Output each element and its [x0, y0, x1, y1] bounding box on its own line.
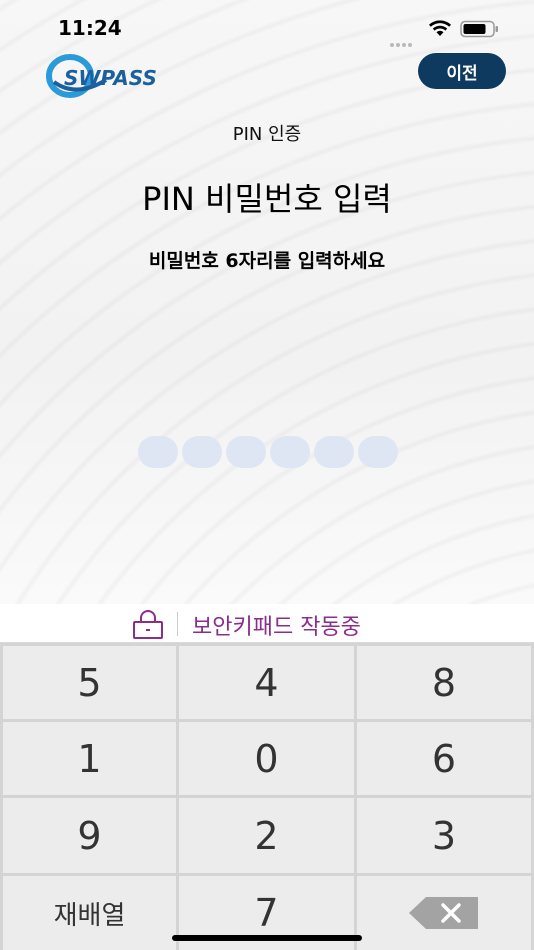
wifi-icon — [429, 20, 451, 36]
home-indicator — [172, 935, 362, 941]
pin-dot-1 — [138, 436, 178, 468]
key-0[interactable]: 0 — [179, 722, 354, 795]
key-8[interactable]: 8 — [357, 646, 531, 719]
banner-divider — [177, 612, 178, 636]
logo-text: SWPASS — [64, 66, 157, 90]
secure-keypad: 5 4 8 1 0 6 9 2 3 재배열 7 — [0, 643, 534, 950]
shuffle-button[interactable]: 재배열 — [3, 876, 176, 950]
key-4[interactable]: 4 — [179, 646, 354, 719]
backspace-button[interactable] — [357, 876, 531, 950]
key-5[interactable]: 5 — [3, 646, 176, 719]
key-9[interactable]: 9 — [3, 798, 176, 873]
key-2[interactable]: 2 — [179, 798, 354, 873]
secure-keypad-label: 보안키패드 작동중 — [192, 615, 361, 640]
pin-dot-6 — [358, 436, 398, 468]
pin-dot-2 — [182, 436, 222, 468]
status-time: 11:24 — [58, 16, 122, 40]
battery-icon — [460, 20, 498, 38]
prev-button[interactable]: 이전 — [418, 53, 506, 89]
swpass-logo: SWPASS — [46, 52, 176, 100]
page-title: PIN 비밀번호 입력 — [142, 180, 392, 218]
key-6[interactable]: 6 — [357, 722, 531, 795]
backspace-icon — [409, 897, 478, 929]
auth-subtitle: PIN 인증 — [232, 124, 302, 145]
key-3[interactable]: 3 — [357, 798, 531, 873]
lock-icon — [133, 610, 163, 639]
pin-dot-4 — [270, 436, 310, 468]
key-1[interactable]: 1 — [3, 722, 176, 795]
pin-dot-5 — [314, 436, 354, 468]
status-bar: 11:24 — [0, 0, 534, 56]
signal-dots-icon — [390, 32, 418, 47]
pin-dot-3 — [226, 436, 266, 468]
pin-instruction: 비밀번호 6자리를 입력하세요 — [148, 250, 386, 272]
secure-keypad-banner: 보안키패드 작동중 — [0, 604, 534, 643]
